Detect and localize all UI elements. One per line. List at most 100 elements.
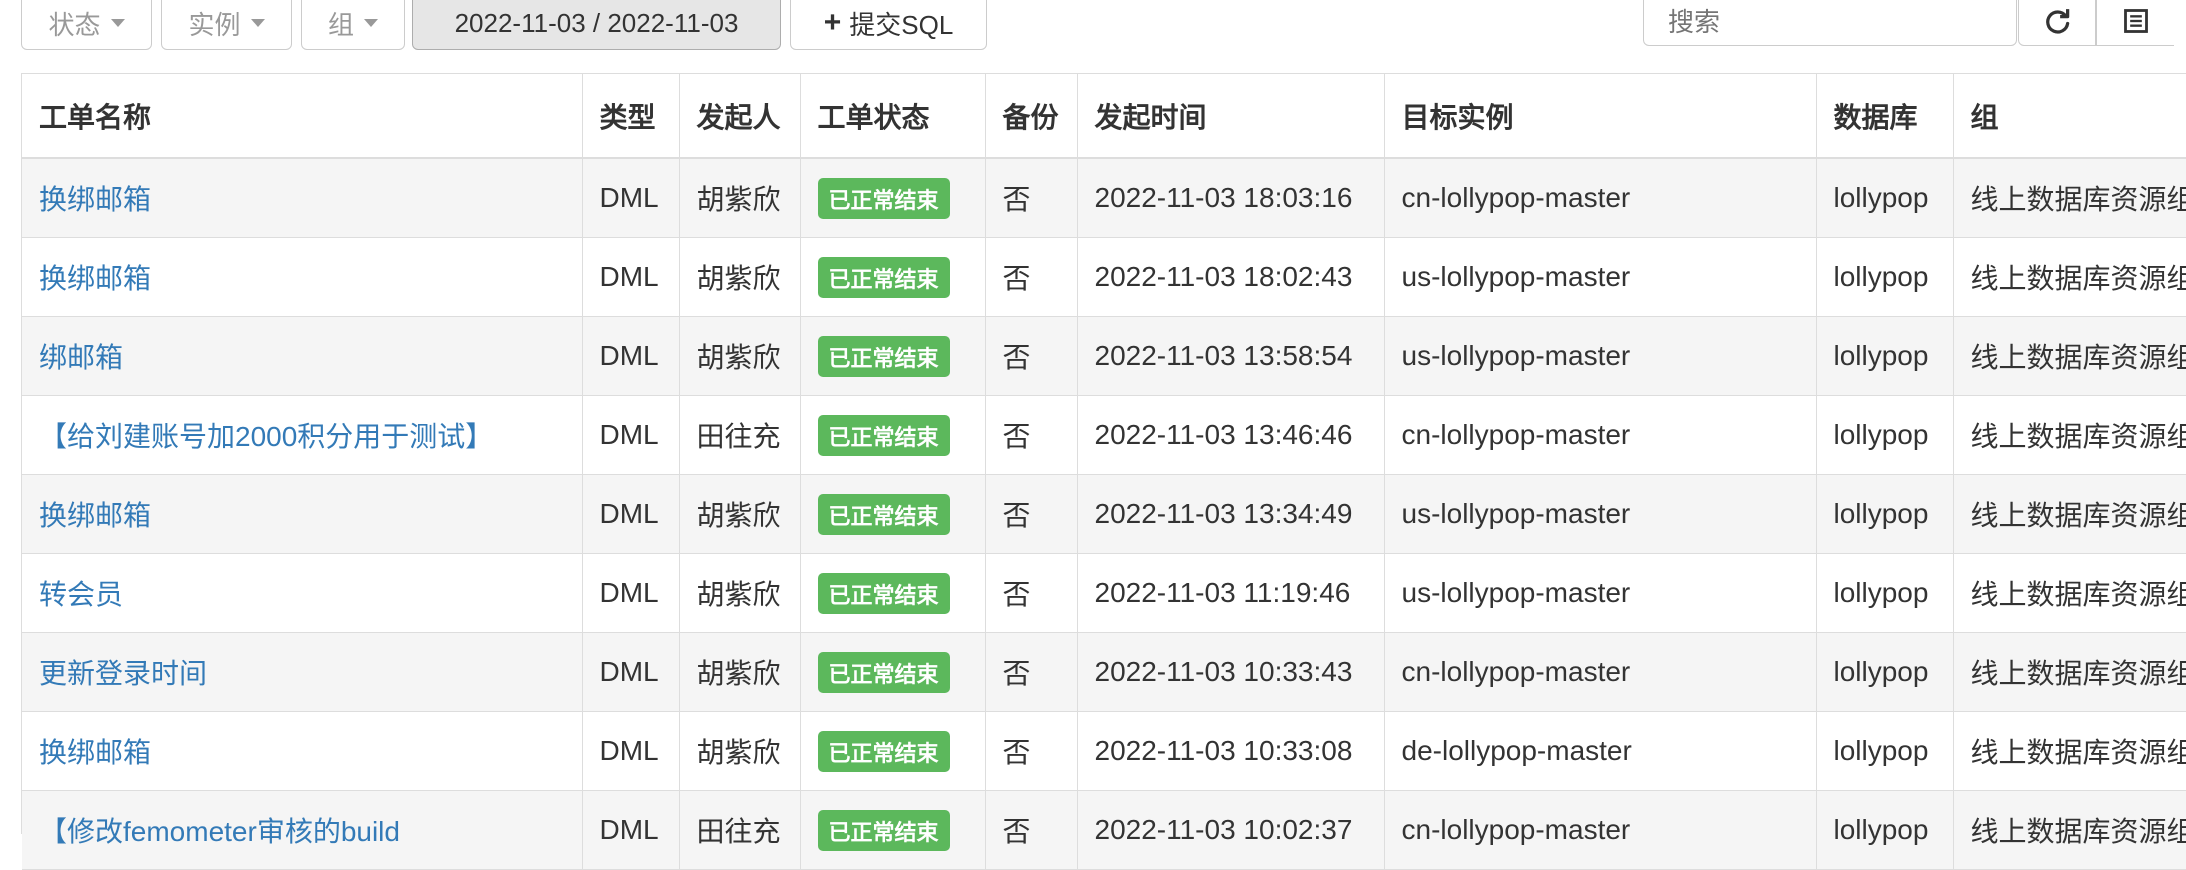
plus-icon: +	[824, 6, 842, 40]
initiator-cell: 胡紫欣	[697, 737, 781, 768]
column-header-type[interactable]: 类型	[582, 74, 679, 158]
time-cell: 2022-11-03 10:33:08	[1095, 735, 1353, 766]
column-header-group[interactable]: 组	[1953, 74, 2186, 158]
columns-toggle-button[interactable]	[2096, 0, 2174, 46]
table-cell-status: 已正常结束	[800, 475, 985, 554]
workorder-name-link[interactable]: 换绑邮箱	[39, 500, 151, 531]
table-cell-initiator: 胡紫欣	[679, 475, 800, 554]
workorder-name-link[interactable]: 【修改femometer审核的build	[39, 816, 400, 847]
table-cell-instance: us-lollypop-master	[1384, 317, 1816, 396]
status-badge: 已正常结束	[818, 573, 950, 614]
table-cell-time: 2022-11-03 10:33:43	[1077, 633, 1384, 712]
table-cell-status: 已正常结束	[800, 158, 985, 238]
table-cell-time: 2022-11-03 13:58:54	[1077, 317, 1384, 396]
database-cell: lollypop	[1834, 419, 1929, 450]
backup-cell: 否	[1003, 737, 1031, 768]
table-cell-name: 更新登录时间	[22, 633, 582, 712]
backup-cell: 否	[1003, 263, 1031, 294]
group-cell: 线上数据库资源组	[1971, 737, 2186, 768]
table-cell-status: 已正常结束	[800, 238, 985, 317]
table-cell-backup: 否	[985, 791, 1077, 870]
table-row[interactable]: 换绑邮箱DML胡紫欣已正常结束否2022-11-03 18:03:16cn-lo…	[22, 158, 2186, 238]
refresh-button[interactable]	[2018, 0, 2096, 46]
table-cell-backup: 否	[985, 238, 1077, 317]
column-header-backup[interactable]: 备份	[985, 74, 1077, 158]
group-filter-dropdown[interactable]: 组	[301, 0, 405, 50]
database-cell: lollypop	[1834, 498, 1929, 529]
group-cell: 线上数据库资源组	[1971, 500, 2186, 531]
table-cell-backup: 否	[985, 475, 1077, 554]
table-row[interactable]: 换绑邮箱DML胡紫欣已正常结束否2022-11-03 18:02:43us-lo…	[22, 238, 2186, 317]
table-cell-type: DML	[582, 712, 679, 791]
table-row[interactable]: 【修改femometer审核的buildDML田往充已正常结束否2022-11-…	[22, 791, 2186, 870]
table-cell-db: lollypop	[1816, 712, 1953, 791]
time-cell: 2022-11-03 18:03:16	[1095, 182, 1353, 213]
date-range-value: 2022-11-03 / 2022-11-03	[455, 8, 739, 39]
column-header-status[interactable]: 工单状态	[800, 74, 985, 158]
table-cell-type: DML	[582, 158, 679, 238]
table-cell-status: 已正常结束	[800, 554, 985, 633]
table-row[interactable]: 绑邮箱DML胡紫欣已正常结束否2022-11-03 13:58:54us-lol…	[22, 317, 2186, 396]
initiator-cell: 胡紫欣	[697, 184, 781, 215]
table-cell-time: 2022-11-03 10:02:37	[1077, 791, 1384, 870]
date-range-picker[interactable]: 2022-11-03 / 2022-11-03	[412, 0, 781, 50]
table-cell-type: DML	[582, 317, 679, 396]
initiator-cell: 胡紫欣	[697, 342, 781, 373]
column-header-name[interactable]: 工单名称	[22, 74, 582, 158]
time-cell: 2022-11-03 10:33:43	[1095, 656, 1353, 687]
table-row[interactable]: 换绑邮箱DML胡紫欣已正常结束否2022-11-03 10:33:08de-lo…	[22, 712, 2186, 791]
table-cell-instance: de-lollypop-master	[1384, 712, 1816, 791]
type-cell: DML	[600, 419, 659, 450]
workorder-name-link[interactable]: 换绑邮箱	[39, 184, 151, 215]
time-cell: 2022-11-03 13:34:49	[1095, 498, 1353, 529]
search-input[interactable]	[1643, 0, 2017, 46]
table-cell-instance: cn-lollypop-master	[1384, 158, 1816, 238]
group-cell: 线上数据库资源组	[1971, 421, 2186, 452]
instance-cell: cn-lollypop-master	[1402, 656, 1631, 687]
table-cell-time: 2022-11-03 11:19:46	[1077, 554, 1384, 633]
table-cell-time: 2022-11-03 18:02:43	[1077, 238, 1384, 317]
caret-down-icon	[364, 19, 378, 27]
table-row[interactable]: 转会员DML胡紫欣已正常结束否2022-11-03 11:19:46us-lol…	[22, 554, 2186, 633]
status-badge: 已正常结束	[818, 257, 950, 298]
table-cell-instance: us-lollypop-master	[1384, 554, 1816, 633]
table-cell-type: DML	[582, 554, 679, 633]
table-row[interactable]: 【给刘建账号加2000积分用于测试】DML田往充已正常结束否2022-11-03…	[22, 396, 2186, 475]
type-cell: DML	[600, 735, 659, 766]
status-filter-dropdown[interactable]: 状态	[21, 0, 152, 50]
workorder-name-link[interactable]: 更新登录时间	[39, 658, 207, 689]
time-cell: 2022-11-03 11:19:46	[1095, 577, 1351, 608]
column-header-time[interactable]: 发起时间	[1077, 74, 1384, 158]
workorder-name-link[interactable]: 换绑邮箱	[39, 737, 151, 768]
table-cell-instance: cn-lollypop-master	[1384, 633, 1816, 712]
column-header-initiator[interactable]: 发起人	[679, 74, 800, 158]
workorder-name-link[interactable]: 转会员	[39, 579, 123, 610]
type-cell: DML	[600, 498, 659, 529]
instance-filter-dropdown[interactable]: 实例	[161, 0, 292, 50]
table-cell-name: 绑邮箱	[22, 317, 582, 396]
table-row[interactable]: 换绑邮箱 DML 胡紫欣已正常结束否 2022-11-03 13:34:49 us-lo…	[22, 475, 2186, 554]
workorder-name-link[interactable]: 绑邮箱	[39, 342, 123, 373]
table-cell-name: 换绑邮箱	[22, 238, 582, 317]
time-cell: 2022-11-03 18:02:43	[1095, 261, 1353, 292]
submit-sql-button[interactable]: + 提交SQL	[790, 0, 987, 50]
table-cell-group: 线上数据库资源组	[1953, 475, 2186, 554]
backup-cell: 否	[1003, 500, 1031, 531]
table-cell-name: 换绑邮箱	[22, 712, 582, 791]
backup-cell: 否	[1003, 421, 1031, 452]
column-header-database[interactable]: 数据库	[1816, 74, 1953, 158]
table-cell-db: lollypop	[1816, 475, 1953, 554]
table-row[interactable]: 更新登录时间DML胡紫欣已正常结束否2022-11-03 10:33:43cn-…	[22, 633, 2186, 712]
instance-cell: de-lollypop-master	[1402, 735, 1632, 766]
workorder-name-link[interactable]: 换绑邮箱	[39, 263, 151, 294]
table-cell-db: lollypop	[1816, 396, 1953, 475]
table-cell-initiator: 田往充	[679, 396, 800, 475]
instance-filter-label: 实例	[188, 5, 240, 42]
table-cell-instance: us-lollypop-master	[1384, 475, 1816, 554]
table-cell-initiator: 胡紫欣	[679, 317, 800, 396]
table-cell-type: DML	[582, 475, 679, 554]
caret-down-icon	[251, 19, 265, 27]
column-header-instance[interactable]: 目标实例	[1384, 74, 1816, 158]
workorder-name-link[interactable]: 【给刘建账号加2000积分用于测试】	[39, 421, 493, 452]
instance-cell: us-lollypop-master	[1402, 261, 1631, 292]
